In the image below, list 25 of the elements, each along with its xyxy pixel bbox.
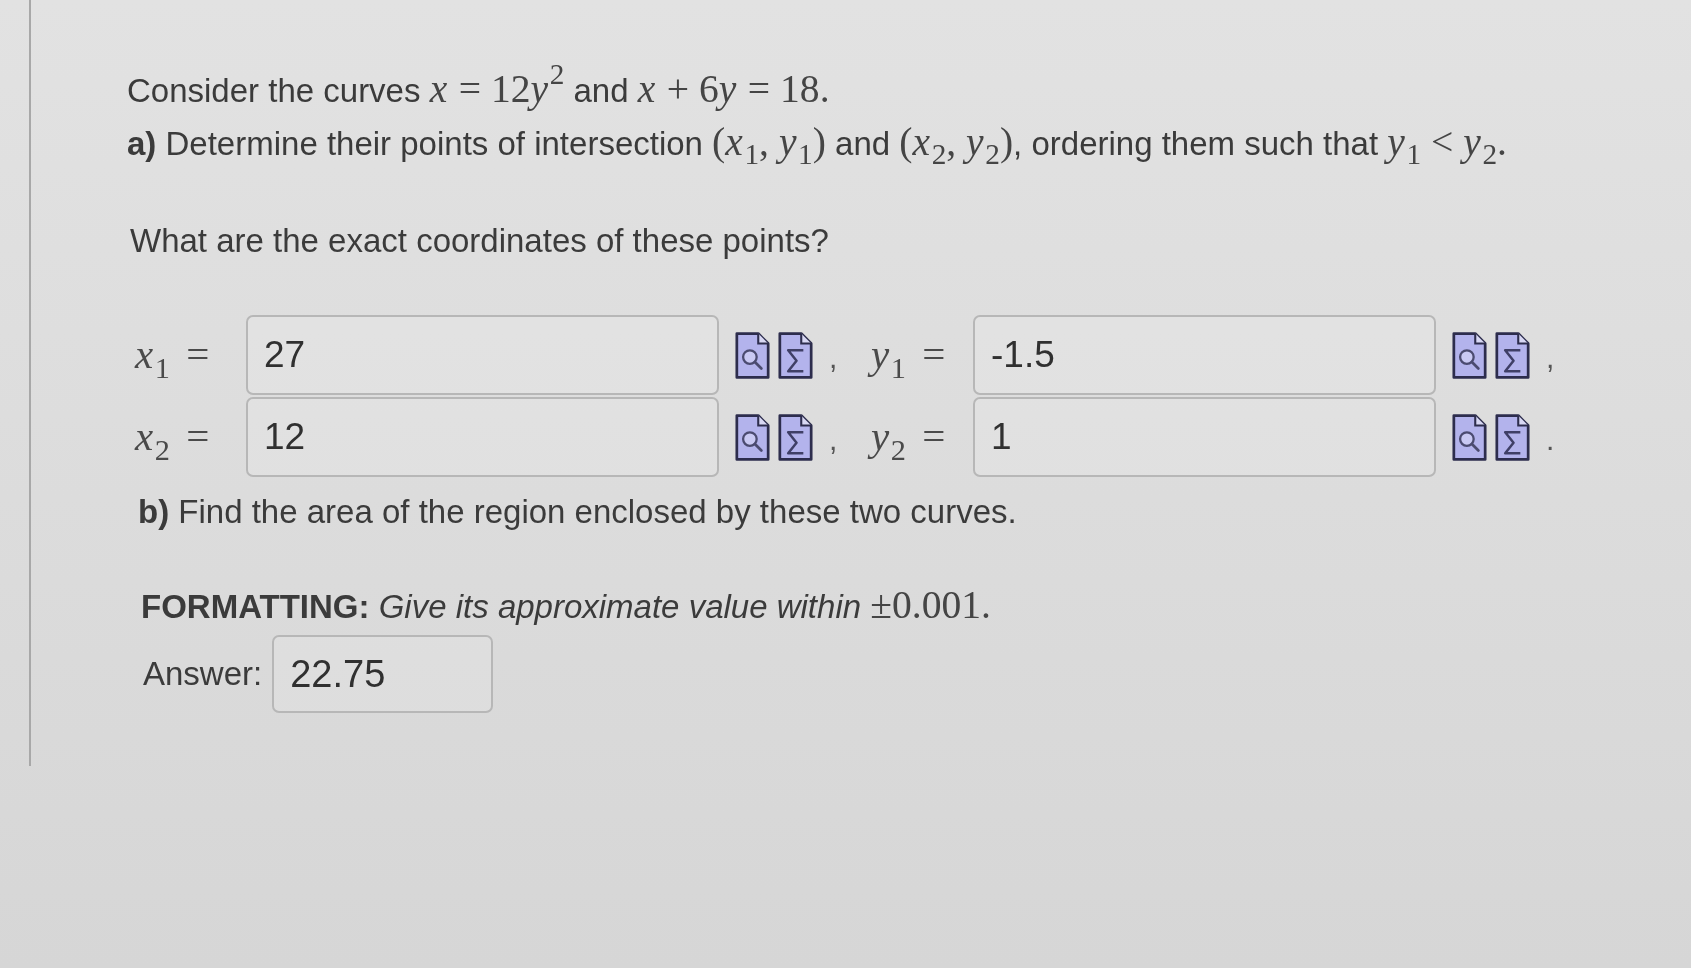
answer-field[interactable]: 12 bbox=[246, 397, 719, 477]
answer-field[interactable]: 1 bbox=[973, 397, 1436, 477]
document-sigma-icon[interactable] bbox=[778, 331, 813, 379]
answer-field[interactable]: -1.5 bbox=[973, 315, 1436, 395]
document-magnifier-icon[interactable] bbox=[1452, 413, 1487, 461]
document-sigma-icon[interactable] bbox=[1495, 331, 1530, 379]
document-magnifier-icon[interactable] bbox=[1452, 331, 1487, 379]
problem-statement: Consider the curves x = 12y$^{2}$ and x + 6y = 18. bbox=[127, 64, 830, 113]
punctuation: , bbox=[1546, 343, 1555, 373]
answer-field[interactable]: 27 bbox=[246, 315, 719, 395]
question-text: a) Determine their points of intersection (x$_{1}$, y$_{1}$) and (x$_{2}$, y$_{2}$), ordering them such that y$_{1}$ < y$_{2}$. bbox=[127, 119, 1507, 169]
document-sigma-icon[interactable] bbox=[778, 413, 813, 461]
answer-field[interactable]: 22.75 bbox=[272, 635, 494, 713]
punctuation: . bbox=[1546, 425, 1555, 455]
document-magnifier-icon[interactable] bbox=[735, 331, 770, 379]
document-sigma-icon[interactable] bbox=[1495, 413, 1530, 461]
question-text: b) Find the area of the region enclosed by these two curves. bbox=[138, 492, 1017, 532]
punctuation: , bbox=[829, 343, 838, 373]
document-magnifier-icon[interactable] bbox=[735, 413, 770, 461]
equation-label: x$_{1}$ = bbox=[135, 331, 210, 379]
answer-label: Answer: bbox=[143, 655, 263, 693]
punctuation: , bbox=[829, 425, 838, 455]
formatting-note: FORMATTING: Give its approximate value within ±0.001. bbox=[141, 582, 991, 629]
question-text: What are the exact coordinates of these points? bbox=[130, 221, 829, 261]
equation-label: x$_{2}$ = bbox=[135, 413, 210, 461]
